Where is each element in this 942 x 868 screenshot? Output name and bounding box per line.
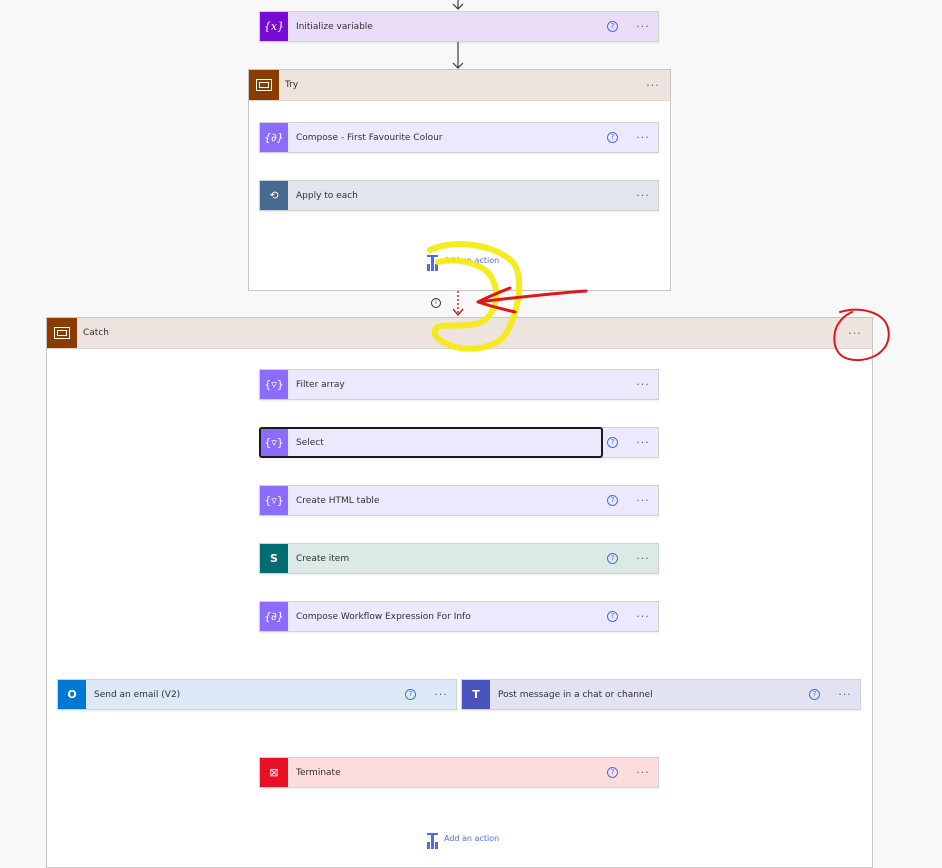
- more-options-button[interactable]: ···: [428, 688, 454, 701]
- more-options-button[interactable]: ···: [842, 327, 868, 340]
- terminate-icon: ⊠: [260, 758, 288, 787]
- action-label: Post message in a chat or channel: [498, 689, 653, 700]
- help-icon[interactable]: ?: [607, 132, 618, 143]
- help-icon[interactable]: ?: [405, 689, 416, 700]
- red-arrow: [476, 286, 588, 314]
- more-options-button[interactable]: ···: [640, 79, 666, 92]
- action-terminate[interactable]: ⊠ Terminate ? ···: [259, 757, 659, 788]
- scope-icon: [47, 318, 77, 348]
- help-icon[interactable]: ?: [607, 553, 618, 564]
- action-label: Create item: [296, 553, 350, 564]
- action-apply-to-each[interactable]: ⟲ Apply to each ···: [259, 180, 659, 211]
- more-options-button[interactable]: ···: [630, 610, 656, 623]
- more-options-button[interactable]: ···: [630, 189, 656, 202]
- action-select[interactable]: {▿} Select ? ···: [259, 427, 659, 458]
- action-compose-first-favourite-colour[interactable]: {∂} Compose - First Favourite Colour ? ·…: [259, 122, 659, 153]
- help-icon[interactable]: ?: [607, 495, 618, 506]
- action-label: Terminate: [296, 767, 341, 778]
- data-operation-icon: {▿}: [260, 370, 288, 399]
- help-icon[interactable]: ?: [809, 689, 820, 700]
- action-label: Send an email (V2): [94, 689, 181, 700]
- action-filter-array[interactable]: {▿} Filter array ···: [259, 369, 659, 400]
- help-icon[interactable]: ?: [607, 21, 618, 32]
- add-action-button[interactable]: Add an action: [427, 255, 499, 266]
- scope-label: Try: [285, 80, 299, 90]
- scope-label: Catch: [83, 328, 109, 338]
- more-options-button[interactable]: ···: [630, 131, 656, 144]
- selection-outline: [259, 427, 603, 458]
- outlook-icon: O: [58, 680, 86, 709]
- add-action-label: Add an action: [444, 256, 500, 265]
- scope-catch-header[interactable]: Catch ···: [47, 318, 872, 349]
- more-options-button[interactable]: ···: [630, 766, 656, 779]
- action-label: Filter array: [296, 379, 345, 390]
- help-icon[interactable]: ?: [607, 767, 618, 778]
- more-options-button[interactable]: ···: [630, 494, 656, 507]
- scope-icon: [249, 70, 279, 100]
- more-options-button[interactable]: ···: [630, 378, 656, 391]
- more-options-button[interactable]: ···: [630, 436, 656, 449]
- action-post-message[interactable]: T Post message in a chat or channel ? ··…: [461, 679, 861, 710]
- action-label: Apply to each: [296, 190, 358, 201]
- action-initialize-variable[interactable]: {x} Initialize variable ? ···: [259, 11, 659, 42]
- more-options-button[interactable]: ···: [630, 20, 656, 33]
- action-create-item[interactable]: S Create item ? ···: [259, 543, 659, 574]
- compose-icon: {∂}: [260, 123, 288, 152]
- action-create-html-table[interactable]: {▿} Create HTML table ? ···: [259, 485, 659, 516]
- info-icon[interactable]: i: [431, 298, 441, 308]
- action-label: Initialize variable: [296, 21, 373, 32]
- compose-icon: {∂}: [260, 602, 288, 631]
- action-label: Compose Workflow Expression For Info: [296, 611, 471, 622]
- add-action-button[interactable]: Add an action: [427, 833, 499, 844]
- add-action-icon: [427, 833, 438, 844]
- scope-try-header[interactable]: Try ···: [249, 70, 670, 101]
- action-compose-workflow-expression[interactable]: {∂} Compose Workflow Expression For Info…: [259, 601, 659, 632]
- add-action-label: Add an action: [444, 834, 500, 843]
- loop-icon: ⟲: [260, 181, 288, 210]
- teams-icon: T: [462, 680, 490, 709]
- action-label: Create HTML table: [296, 495, 380, 506]
- variable-icon: {x}: [260, 12, 288, 41]
- data-operation-icon: {▿}: [260, 486, 288, 515]
- action-send-an-email[interactable]: O Send an email (V2) ? ···: [57, 679, 457, 710]
- more-options-button[interactable]: ···: [630, 552, 656, 565]
- add-action-icon: [427, 255, 438, 266]
- action-label: Compose - First Favourite Colour: [296, 132, 443, 143]
- help-icon[interactable]: ?: [607, 611, 618, 622]
- sharepoint-icon: S: [260, 544, 288, 573]
- help-icon[interactable]: ?: [607, 437, 618, 448]
- more-options-button[interactable]: ···: [832, 688, 858, 701]
